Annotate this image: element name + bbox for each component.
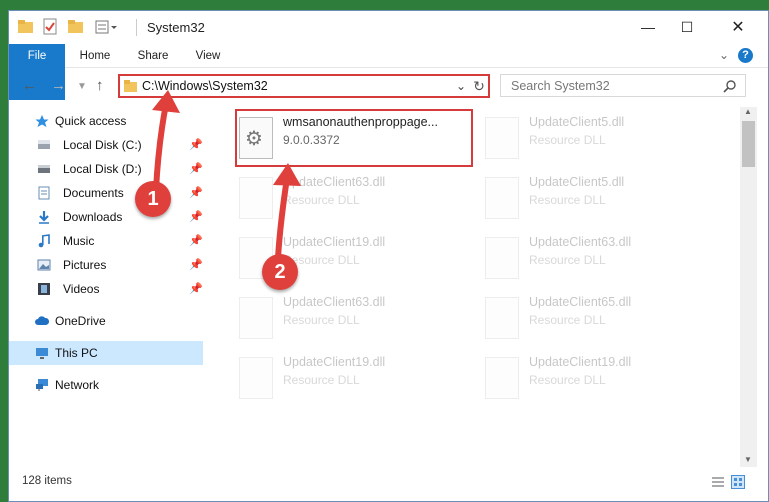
- step-badge-1: 1: [135, 181, 171, 217]
- arrow-2-head: [273, 163, 301, 186]
- arrow-1-head: [152, 90, 180, 113]
- step-badge-2: 2: [262, 254, 298, 290]
- arrow-2-shaft: [275, 177, 290, 259]
- arrow-1-shaft: [153, 103, 169, 191]
- annotation-arrows: [152, 90, 301, 259]
